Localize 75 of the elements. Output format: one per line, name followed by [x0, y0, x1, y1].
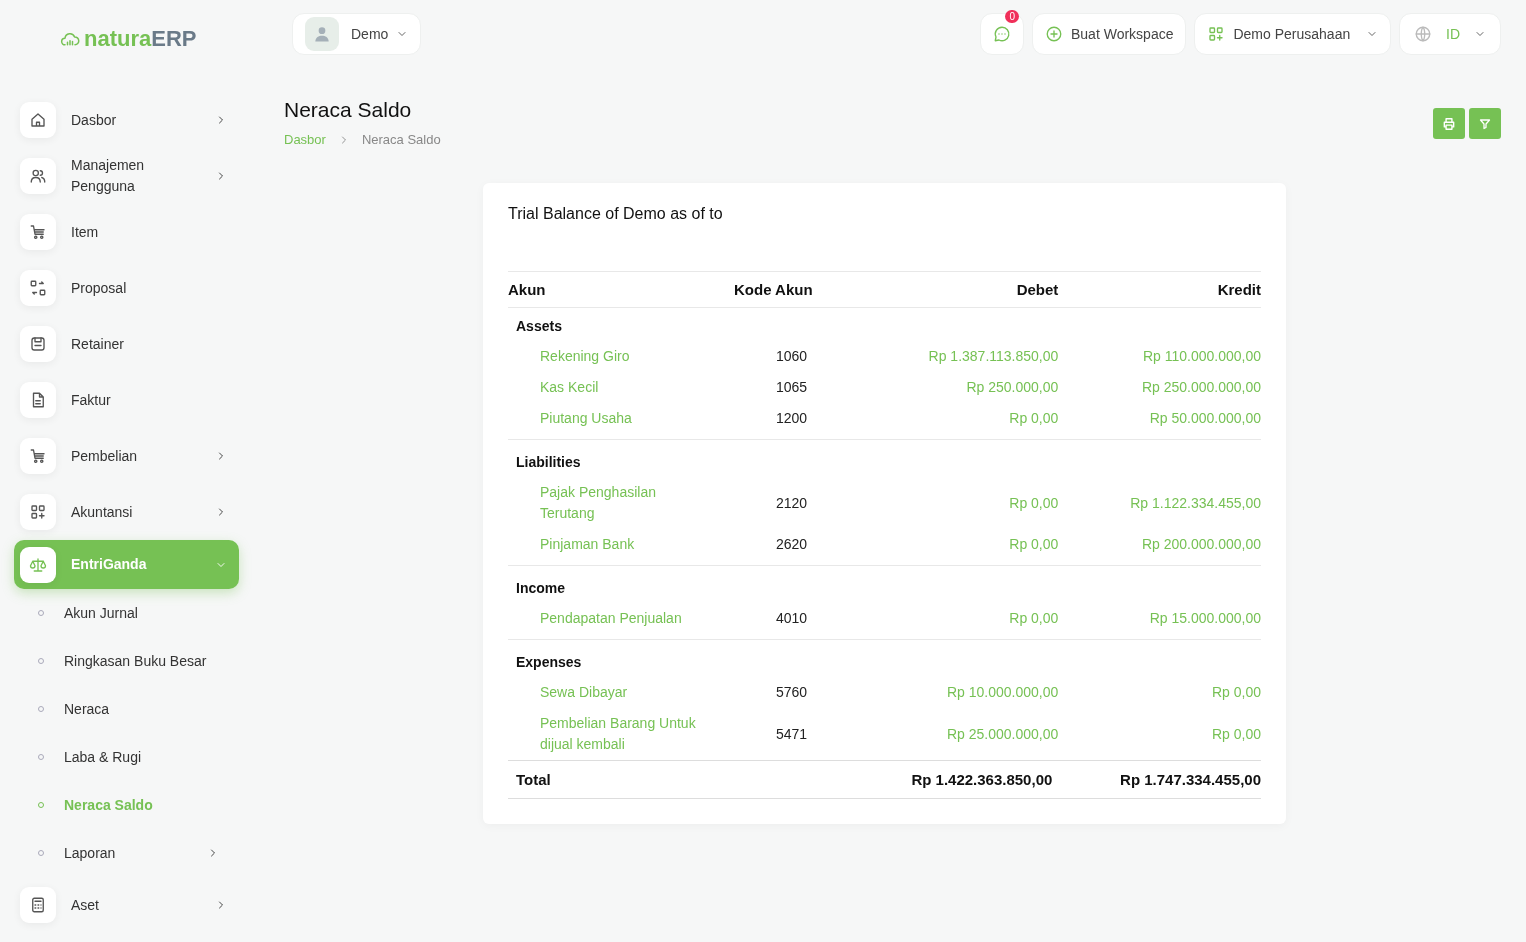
debit-amount: Rp 25.000.000,00 [947, 725, 1059, 742]
total-credit: Rp 1.747.334.455,00 [1120, 771, 1261, 788]
account-code: 2620 [776, 536, 808, 552]
total-debit: Rp 1.422.363.850,00 [911, 771, 1053, 788]
column-header: Kredit [1058, 271, 1261, 308]
account-code: 4010 [776, 610, 808, 626]
report-title: Trial Balance of Demo as of to [508, 205, 724, 223]
column-header: Kode Akun [734, 271, 848, 308]
workspace-button[interactable]: Buat Workspace [1032, 13, 1187, 55]
home-icon [29, 111, 47, 129]
credit-amount: Rp 0,00 [1211, 725, 1261, 742]
account-code: 1200 [776, 410, 808, 426]
account-code: 1060 [776, 348, 808, 364]
sidebar-item[interactable]: Aset [14, 877, 239, 933]
sidebar-item[interactable]: Akuntansi [14, 484, 239, 540]
submenu-item[interactable]: Laporan [14, 829, 239, 877]
debit-amount: Rp 1.387.113.850,00 [928, 348, 1059, 364]
submenu-item[interactable]: Akun Jurnal [14, 589, 239, 637]
account-code: 5760 [776, 684, 808, 700]
print-button[interactable] [1433, 108, 1465, 139]
page-title: Neraca Saldo [284, 98, 413, 122]
notification-badge: 0 [1005, 10, 1019, 23]
group-heading: Income [516, 580, 565, 596]
column-header: Debet [847, 271, 1059, 308]
account-code: 1065 [776, 379, 808, 395]
group-heading: Expenses [516, 654, 582, 670]
credit-amount: Rp 200.000.000,00 [1141, 536, 1261, 552]
printer-icon [1442, 116, 1456, 131]
user-silhouette-icon [312, 24, 332, 44]
account-code: 2120 [776, 494, 808, 511]
column-header: Akun [508, 271, 734, 308]
debit-amount: Rp 250.000,00 [966, 379, 1059, 395]
credit-amount: Rp 0,00 [1211, 684, 1261, 700]
sidebar-item[interactable]: Pembelian [14, 428, 239, 484]
globe-icon [1414, 25, 1432, 43]
account-code: 5471 [776, 725, 808, 742]
scale-icon [29, 555, 47, 574]
credit-amount: Rp 50.000.000,00 [1149, 410, 1261, 426]
credit-amount: Rp 110.000.000,00 [1142, 348, 1261, 364]
filter-button[interactable] [1469, 108, 1501, 139]
sidebar-item[interactable]: Item [14, 204, 239, 260]
sidebar-item[interactable]: Faktur [14, 372, 239, 428]
logo: naturaERP [0, 0, 260, 78]
chat-icon [993, 24, 1011, 44]
cart-icon [29, 447, 47, 465]
debit-amount: Rp 0,00 [1009, 610, 1059, 626]
credit-amount: Rp 250.000.000,00 [1141, 379, 1261, 395]
debit-amount: Rp 0,00 [1009, 536, 1059, 552]
chat-button[interactable]: 0 [980, 13, 1024, 55]
grid-plus-icon [29, 503, 47, 521]
breadcrumb-current: Neraca Saldo [361, 132, 441, 147]
sidebar-item[interactable]: Dasbor [14, 92, 239, 148]
company-dropdown[interactable]: Demo Perusahaan [1194, 13, 1391, 55]
sidebar-item[interactable]: Proposal [14, 260, 239, 316]
cart-icon [29, 223, 47, 241]
filter-icon [1479, 117, 1491, 130]
users-icon [29, 167, 47, 185]
debit-amount: Rp 10.000.000,00 [947, 684, 1059, 700]
user-menu[interactable]: Demo [292, 13, 422, 55]
swap-icon [29, 279, 47, 297]
total-label: Total [516, 771, 551, 788]
sidebar-item[interactable]: Retainer [14, 316, 239, 372]
calculator-icon [29, 896, 47, 914]
group-heading: Assets [516, 318, 562, 334]
grid-plus-icon [1207, 25, 1226, 43]
sidebar-item[interactable]: Manajemen Pengguna [14, 148, 239, 204]
group-heading: Liabilities [516, 454, 581, 470]
debit-amount: Rp 0,00 [1009, 410, 1059, 426]
debit-amount: Rp 0,00 [1009, 494, 1059, 511]
credit-amount: Rp 1.122.334.455,00 [1130, 494, 1261, 511]
plus-circle-icon [1045, 25, 1063, 43]
submenu-item[interactable]: Neraca [14, 685, 239, 733]
credit-amount: Rp 15.000.000,00 [1149, 610, 1261, 626]
submenu-item[interactable]: Ringkasan Buku Besar [14, 637, 239, 685]
submenu-item[interactable]: Laba & Rugi [14, 733, 239, 781]
